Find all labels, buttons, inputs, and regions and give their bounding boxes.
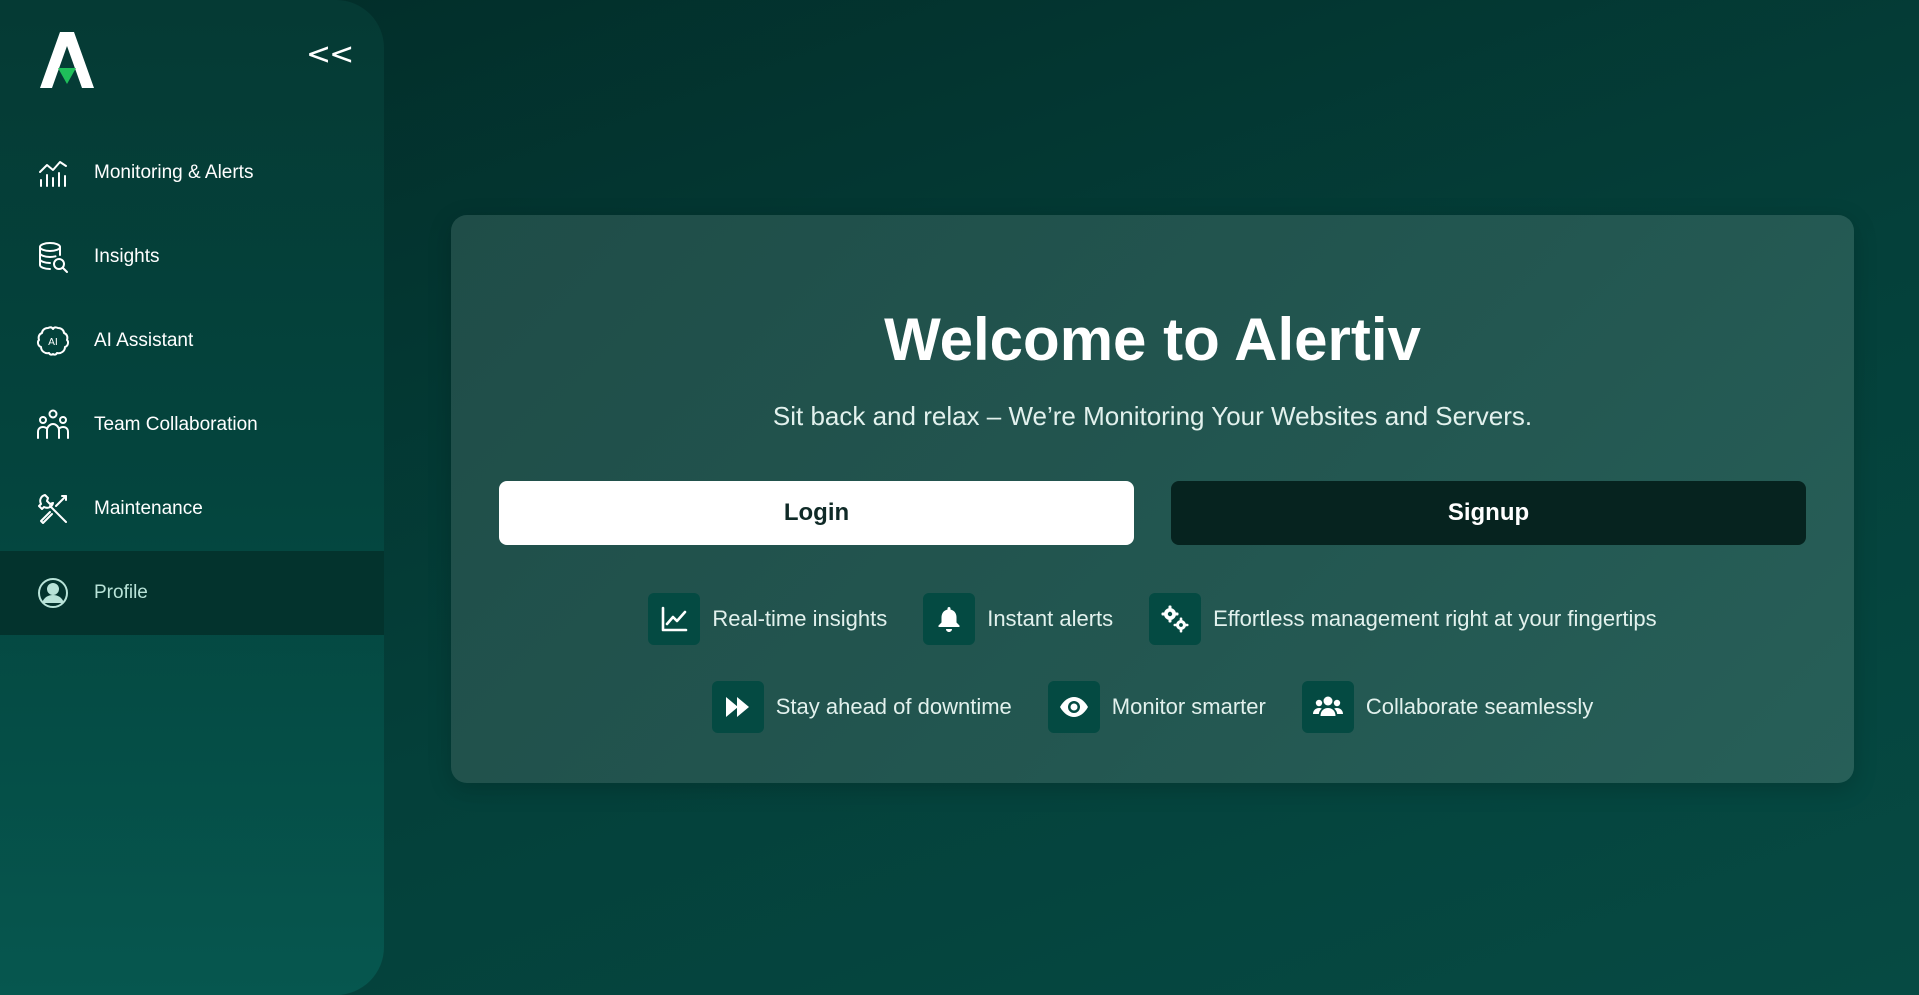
sidebar-item-profile[interactable]: Profile bbox=[0, 551, 384, 635]
bell-icon bbox=[923, 593, 976, 645]
feature-item: Stay ahead of downtime bbox=[711, 681, 1012, 733]
welcome-subtitle: Sit back and relax – We’re Monitoring Yo… bbox=[772, 401, 1533, 431]
feature-item: Effortless management right at your fing… bbox=[1149, 593, 1657, 645]
feature-item: Monitor smarter bbox=[1047, 681, 1266, 733]
line-chart-icon bbox=[648, 593, 701, 645]
feature-label: Real-time insights bbox=[712, 606, 888, 631]
sidebar-item-label: Monitoring & Alerts bbox=[94, 162, 254, 183]
users-icon bbox=[1301, 681, 1354, 733]
feature-label: Instant alerts bbox=[987, 606, 1114, 631]
welcome-card: Welcome to Alertiv Sit back and relax – … bbox=[451, 215, 1854, 783]
ai-brain-icon: AI bbox=[36, 324, 70, 358]
database-search-icon bbox=[36, 240, 70, 274]
page-title: Welcome to Alertiv bbox=[884, 306, 1421, 373]
feature-item: Collaborate seamlessly bbox=[1301, 681, 1594, 733]
sidebar-item-monitoring-alerts[interactable]: Monitoring & Alerts bbox=[0, 131, 384, 215]
chart-bars-icon bbox=[36, 156, 70, 190]
sidebar-item-team-collaboration[interactable]: Team Collaboration bbox=[0, 383, 384, 467]
sidebar-item-label: Profile bbox=[94, 582, 148, 603]
sidebar-item-maintenance[interactable]: Maintenance bbox=[0, 467, 384, 551]
tools-icon bbox=[36, 492, 70, 526]
signup-button[interactable]: Signup bbox=[1171, 481, 1806, 545]
alertiv-logo[interactable] bbox=[40, 32, 94, 88]
fast-forward-icon bbox=[711, 681, 764, 733]
svg-text:AI: AI bbox=[48, 337, 58, 348]
login-button[interactable]: Login bbox=[499, 481, 1134, 545]
sidebar-item-label: Team Collaboration bbox=[94, 414, 258, 435]
sidebar-header: << bbox=[0, 0, 384, 120]
sidebar-item-label: AI Assistant bbox=[94, 330, 194, 351]
feature-item: Instant alerts bbox=[923, 593, 1113, 645]
gears-icon bbox=[1149, 593, 1202, 645]
feature-label: Stay ahead of downtime bbox=[775, 694, 1012, 719]
feature-label: Monitor smarter bbox=[1111, 694, 1266, 719]
sidebar-item-ai-assistant[interactable]: AI AI Assistant bbox=[0, 299, 384, 383]
features-row: Stay ahead of downtime Monitor smarter C… bbox=[451, 681, 1854, 733]
feature-label: Collaborate seamlessly bbox=[1365, 694, 1594, 719]
sidebar-item-label: Maintenance bbox=[94, 498, 203, 519]
eye-icon bbox=[1047, 681, 1100, 733]
team-icon bbox=[36, 408, 70, 442]
user-circle-icon bbox=[36, 576, 70, 610]
feature-item: Real-time insights bbox=[648, 593, 887, 645]
collapse-sidebar-button[interactable]: << bbox=[306, 40, 354, 70]
sidebar-item-label: Insights bbox=[94, 246, 160, 267]
features-row: Real-time insights Instant alerts Effort… bbox=[451, 593, 1854, 645]
sidebar-item-insights[interactable]: Insights bbox=[0, 215, 384, 299]
sidebar-nav: Monitoring & Alerts Insights AI AI Assis… bbox=[0, 131, 384, 635]
feature-label: Effortless management right at your fing… bbox=[1213, 606, 1657, 631]
sidebar: << Monitoring & Alerts Insights AI AI As… bbox=[0, 0, 384, 995]
